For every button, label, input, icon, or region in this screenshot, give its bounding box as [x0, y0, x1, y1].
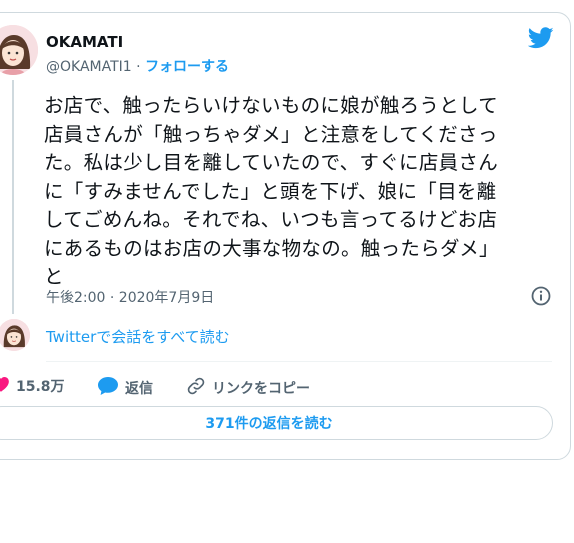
author-handle-line: @OKAMATI1 · フォローする — [46, 56, 229, 76]
action-bar: 15.8万 返信 リンクをコピー — [0, 372, 574, 398]
reply-bubble-icon — [97, 376, 119, 400]
reply-action[interactable]: 返信 — [97, 376, 153, 400]
read-conversation-link[interactable]: Twitterで会話をすべて読む — [46, 326, 230, 347]
author-handle[interactable]: @OKAMATI1 — [46, 59, 132, 75]
reply-label: 返信 — [125, 381, 153, 397]
heart-icon — [0, 376, 10, 396]
copy-link-label: リンクをコピー — [212, 381, 310, 397]
divider — [46, 361, 552, 362]
author-name[interactable]: OKAMATI — [46, 33, 123, 51]
twitter-bird-icon[interactable] — [527, 27, 554, 53]
copy-link-action[interactable]: リンクをコピー — [186, 376, 310, 400]
like-button[interactable]: 15.8万 — [0, 376, 65, 396]
link-icon — [186, 376, 206, 400]
thread-line — [12, 80, 14, 314]
handle-separator: · — [131, 59, 146, 75]
follow-button[interactable]: フォローする — [145, 59, 229, 75]
like-count: 15.8万 — [16, 379, 65, 395]
info-icon[interactable] — [530, 285, 552, 311]
tweet-text: お店で、触ったらいけないものに娘が触ろうとして 店員さんが「触っちゃダメ」と注意… — [44, 94, 499, 288]
tweet-timestamp[interactable]: 午後2:00 · 2020年7月9日 — [46, 287, 214, 307]
read-replies-label: 371件の返信を読む — [205, 416, 333, 432]
read-replies-button[interactable]: 371件の返信を読む — [0, 406, 553, 440]
